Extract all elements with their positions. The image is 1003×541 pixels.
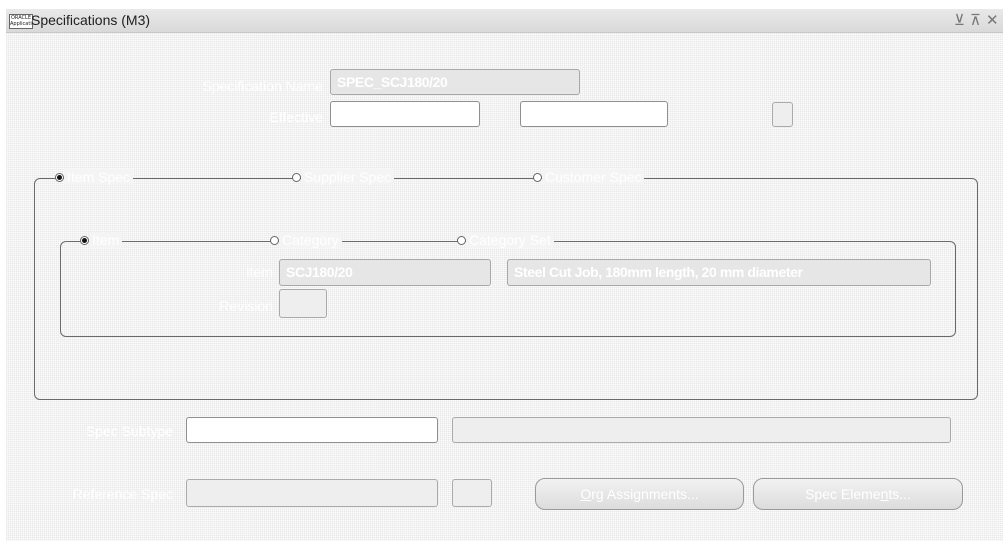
radio-category-label: Category: [279, 232, 342, 248]
radio-category[interactable]: [270, 236, 279, 245]
descriptive-flexfield[interactable]: [772, 102, 793, 127]
radio-category-set-label: Category Set: [466, 232, 554, 248]
effective-to-field[interactable]: [520, 101, 668, 127]
reference-spec-label: Reference Spec: [72, 486, 173, 502]
title-bar: ORACLE Applications Specifications (M3) …: [6, 9, 1003, 33]
radio-supplier-spec[interactable]: [292, 173, 301, 182]
spec-subtype-description-field[interactable]: [452, 417, 951, 443]
radio-customer-spec-label: Customer Spec: [542, 169, 645, 185]
specifications-window: ORACLE Applications Specifications (M3) …: [6, 9, 1003, 541]
radio-item[interactable]: [80, 236, 89, 245]
oracle-app-icon: ORACLE Applications: [9, 14, 33, 29]
org-assignments-mnemonic: O: [580, 486, 592, 502]
spec-name-label: Specification Name: [202, 78, 323, 94]
reference-spec-extra-field[interactable]: [452, 479, 492, 507]
spec-subtype-field[interactable]: [186, 417, 438, 443]
radio-customer-spec[interactable]: [533, 173, 542, 182]
radio-category-set[interactable]: [457, 236, 466, 245]
radio-item-spec[interactable]: [55, 173, 64, 182]
revision-label: Revision: [219, 298, 273, 314]
radio-supplier-spec-label: Supplier Spec: [301, 169, 395, 185]
spec-elements-button[interactable]: Spec Elements...: [753, 478, 963, 510]
effective-label: Effective: [269, 109, 323, 125]
spec-subtype-label: Spec Subtype: [85, 423, 173, 439]
radio-item-label: Item: [89, 232, 123, 248]
close-icon[interactable]: ✕: [986, 11, 999, 29]
item-code-field[interactable]: SCJ180/20: [279, 259, 491, 286]
radio-item-spec-label: Item Spec: [64, 169, 134, 185]
effective-from-field[interactable]: [330, 101, 480, 127]
scope-frame: [60, 241, 956, 337]
maximize-icon[interactable]: ⊼: [970, 11, 981, 29]
minimize-icon[interactable]: ⊻: [954, 11, 965, 29]
item-description-field[interactable]: Steel Cut Job, 180mm length, 20 mm diame…: [507, 259, 931, 286]
reference-spec-field[interactable]: [186, 479, 438, 507]
window-title: Specifications (M3): [31, 12, 151, 28]
revision-field[interactable]: [279, 289, 327, 318]
item-label: Item: [245, 264, 273, 280]
org-assignments-button[interactable]: Org Assignments...: [535, 478, 744, 510]
spec-name-field[interactable]: SPEC_SCJ180/20: [330, 69, 580, 95]
